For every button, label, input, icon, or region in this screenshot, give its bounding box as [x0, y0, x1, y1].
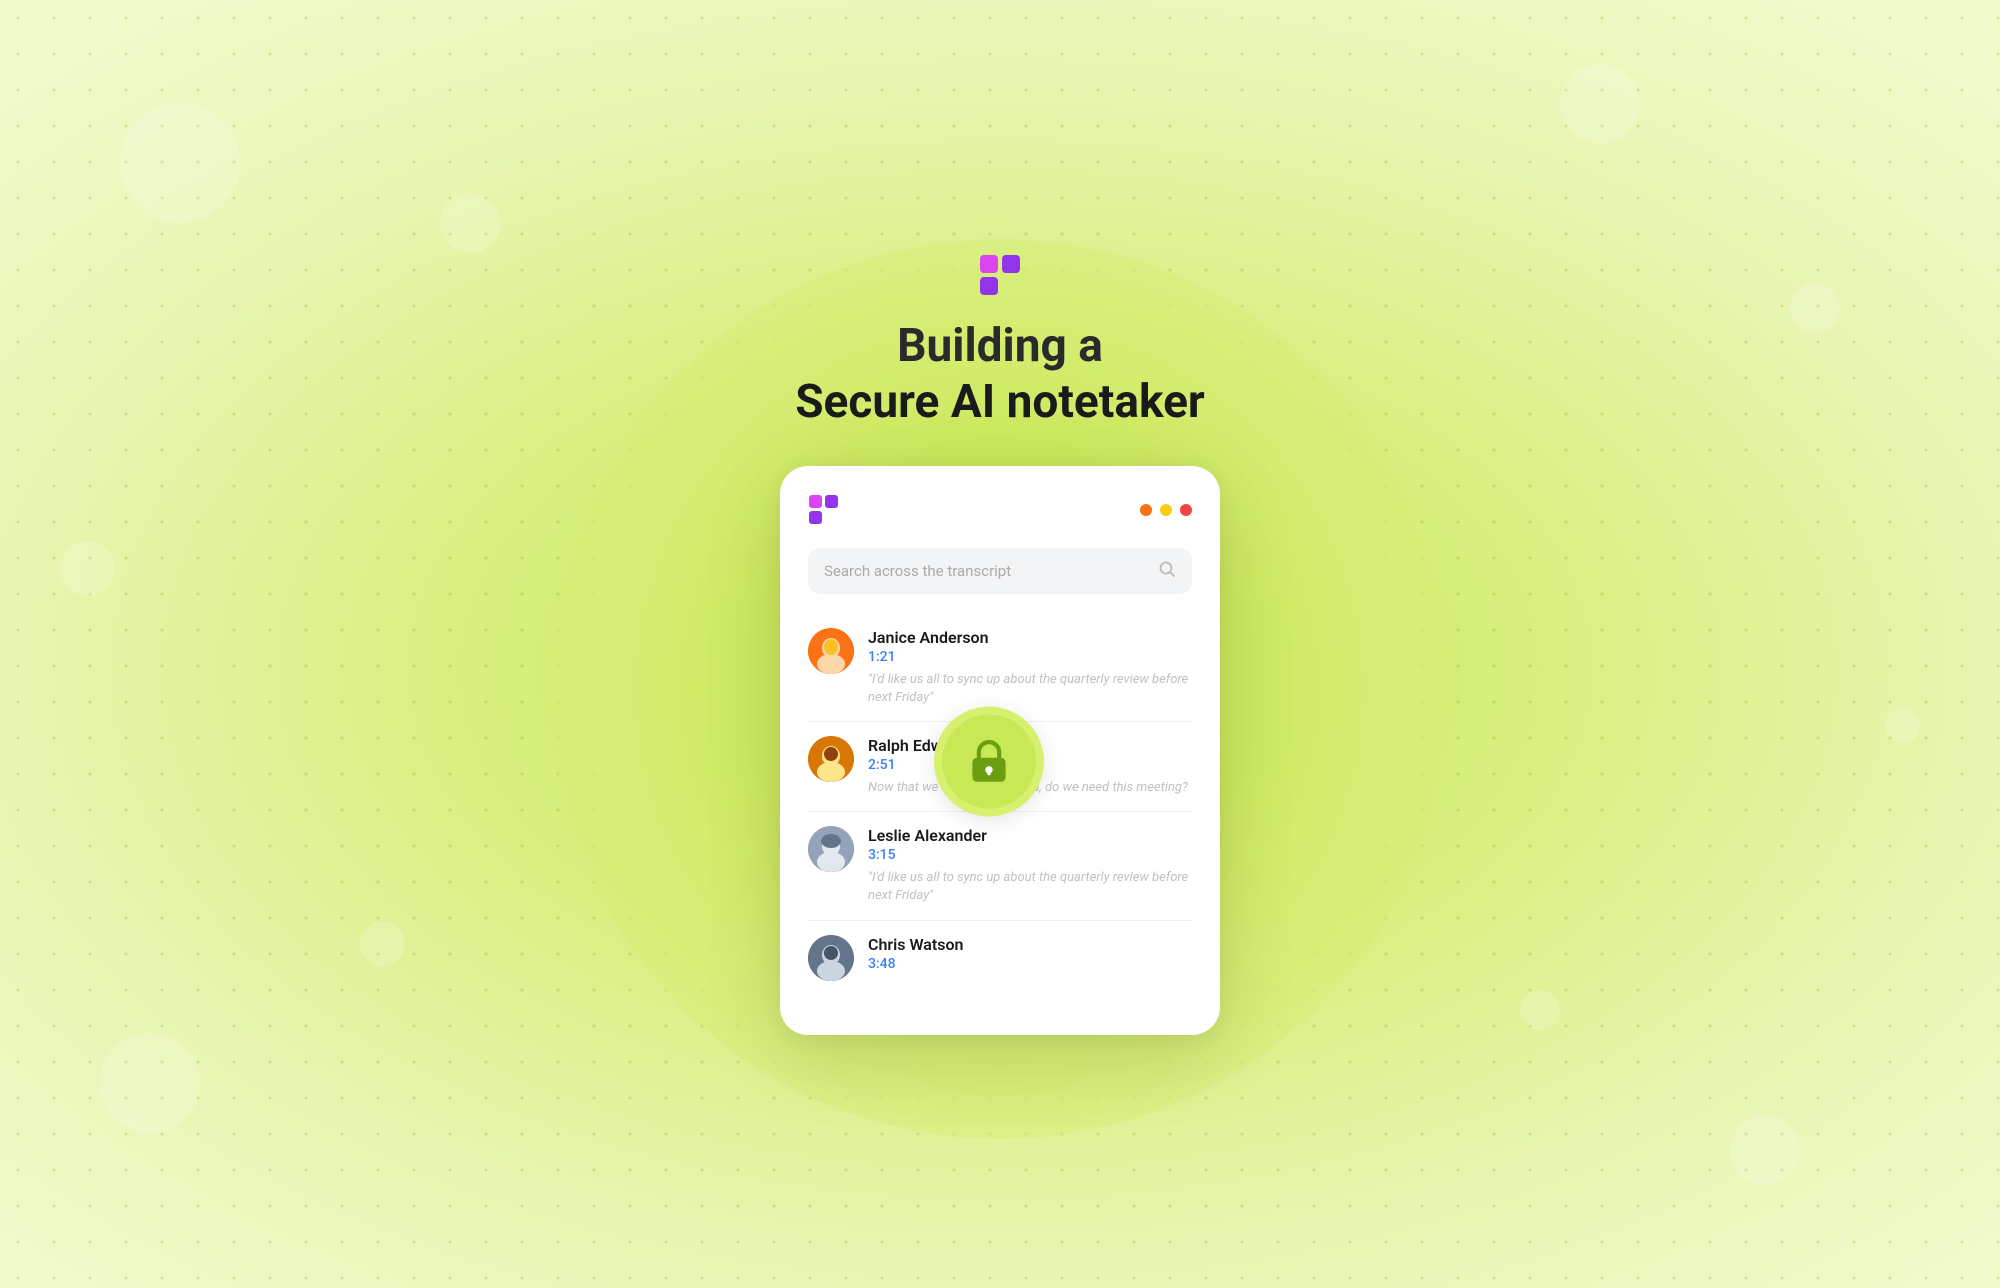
- heading-line1: Building a: [795, 319, 1205, 374]
- content-wrapper: Building a Secure AI notetaker Search ac…: [780, 253, 1220, 1034]
- janice-text: "I'd like us all to sync up about the qu…: [868, 671, 1192, 707]
- chris-time: 3:48: [868, 956, 1192, 972]
- avatar-janice: [808, 628, 854, 674]
- search-placeholder-text: Search across the transcript: [824, 562, 1148, 580]
- leslie-text: "I'd like us all to sync up about the qu…: [868, 869, 1192, 905]
- lock-icon: [965, 737, 1013, 785]
- logo-container: [978, 253, 1022, 301]
- avatar-chris: [808, 935, 854, 981]
- conversation-list: Janice Anderson 1:21 "I'd like us all to…: [808, 614, 1192, 995]
- conv-item-janice[interactable]: Janice Anderson 1:21 "I'd like us all to…: [808, 614, 1192, 722]
- heading-block: Building a Secure AI notetaker: [795, 319, 1205, 429]
- conv-item-leslie[interactable]: Leslie Alexander 3:15 "I'd like us all t…: [808, 812, 1192, 920]
- conv-content-chris: Chris Watson 3:48: [868, 935, 1192, 981]
- leslie-name: Leslie Alexander: [868, 826, 1192, 845]
- janice-name: Janice Anderson: [868, 628, 1192, 647]
- avatar-leslie: [808, 826, 854, 872]
- dot-orange: [1140, 504, 1152, 516]
- card-logo-icon: [808, 494, 840, 526]
- avatar-ralph: [808, 736, 854, 782]
- conv-content-janice: Janice Anderson 1:21 "I'd like us all to…: [868, 628, 1192, 707]
- app-card: Search across the transcript: [780, 466, 1220, 1035]
- traffic-lights: [1140, 504, 1192, 516]
- card-bottom-fade: [780, 995, 1220, 1035]
- conv-item-ralph[interactable]: Ralph Edwards 2:51 Now that we've set th…: [808, 722, 1192, 812]
- search-icon: [1158, 560, 1176, 582]
- conv-content-leslie: Leslie Alexander 3:15 "I'd like us all t…: [868, 826, 1192, 905]
- dot-yellow: [1160, 504, 1172, 516]
- heading-line2: Secure AI notetaker: [795, 375, 1205, 430]
- conv-item-chris[interactable]: Chris Watson 3:48: [808, 921, 1192, 995]
- leslie-time: 3:15: [868, 847, 1192, 863]
- search-bar[interactable]: Search across the transcript: [808, 548, 1192, 594]
- janice-time: 1:21: [868, 649, 1192, 665]
- lock-overlay: [934, 706, 1044, 816]
- dot-red: [1180, 504, 1192, 516]
- chris-name: Chris Watson: [868, 935, 1192, 954]
- card-header: [808, 494, 1192, 526]
- taskade-logo-icon: [978, 253, 1022, 297]
